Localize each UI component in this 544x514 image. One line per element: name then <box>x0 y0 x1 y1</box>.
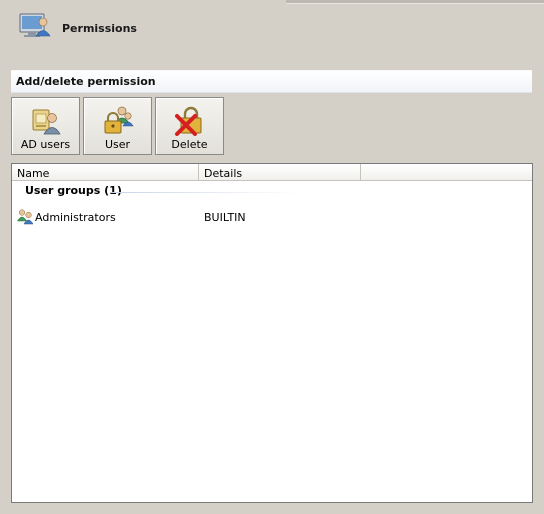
permissions-list[interactable]: Name Details User groups (1) Administrat… <box>11 163 533 503</box>
column-header-name[interactable]: Name <box>12 164 199 181</box>
row-name: Administrators <box>35 211 116 224</box>
row-details: BUILTIN <box>204 211 246 224</box>
delete-label: Delete <box>171 138 208 151</box>
user-lock-icon <box>104 106 134 134</box>
list-header: Name Details <box>12 164 532 182</box>
delete-lock-icon <box>174 106 201 136</box>
delete-button[interactable]: Delete <box>155 97 224 155</box>
panel-header: Permissions <box>0 0 544 60</box>
table-row[interactable]: Administrators BUILTIN <box>12 208 532 226</box>
section-header: Add/delete permission <box>11 70 532 93</box>
group-header-user-groups[interactable]: User groups (1) <box>25 184 122 197</box>
page-title: Permissions <box>62 22 137 35</box>
ad-users-label: AD users <box>20 138 71 151</box>
user-label: User <box>104 138 131 151</box>
computer-users-icon <box>19 13 51 37</box>
column-header-empty <box>361 164 532 181</box>
user-button[interactable]: User <box>83 97 152 155</box>
section-title: Add/delete permission <box>16 75 156 88</box>
ad-users-icon <box>32 109 61 135</box>
group-divider <box>111 192 301 193</box>
user-group-icon <box>17 209 34 225</box>
column-header-details[interactable]: Details <box>199 164 361 181</box>
ad-users-button[interactable]: AD users <box>11 97 80 155</box>
